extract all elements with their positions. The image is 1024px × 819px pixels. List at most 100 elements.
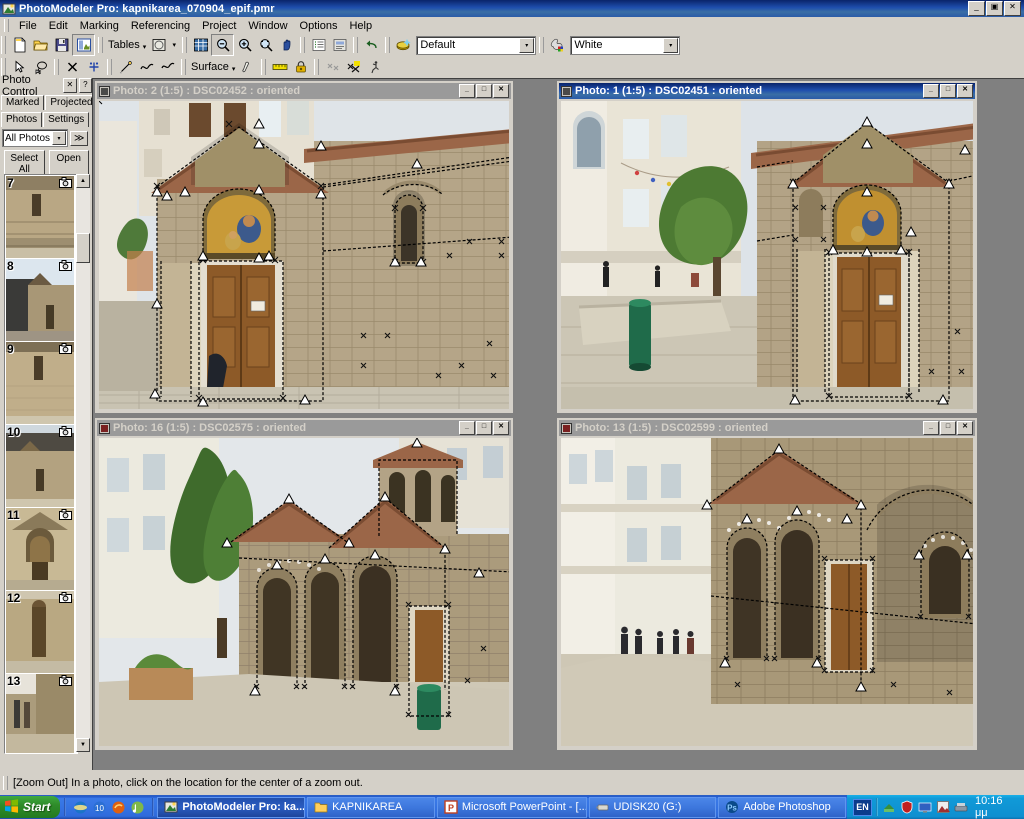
- maximize-icon[interactable]: □: [476, 421, 492, 435]
- measure-scale-icon[interactable]: [269, 57, 290, 77]
- quicklaunch-media-icon[interactable]: [130, 800, 145, 815]
- tray-app-icon[interactable]: [936, 800, 950, 814]
- thumbnail-10[interactable]: 10: [6, 425, 74, 507]
- tab-marked[interactable]: Marked: [1, 95, 45, 110]
- cylinder-icon[interactable]: [237, 57, 258, 77]
- material-select[interactable]: Default ▾: [416, 35, 537, 55]
- scrollbar-thumb[interactable]: [76, 233, 90, 263]
- chevron-down-icon[interactable]: ▾: [663, 37, 679, 53]
- scroll-down-button[interactable]: ▼: [76, 738, 90, 752]
- zoom-in-icon[interactable]: [234, 35, 255, 55]
- close-icon[interactable]: ✕: [493, 84, 509, 98]
- zoom-fit-icon[interactable]: [255, 35, 276, 55]
- language-indicator[interactable]: EN: [853, 798, 872, 816]
- tray-network-icon[interactable]: [882, 800, 896, 814]
- photo-window-titlebar[interactable]: Photo: 1 (1:5) : DSC02451 : oriented _ □…: [559, 83, 975, 99]
- new-project-icon[interactable]: [9, 35, 30, 55]
- thumbnail-12[interactable]: 12: [6, 591, 74, 673]
- chevron-down-icon[interactable]: ▾: [52, 131, 66, 145]
- taskbar-item-photomodeler[interactable]: PhotoModeler Pro: ka...: [157, 796, 306, 818]
- mark-edge-icon[interactable]: [157, 57, 178, 77]
- tab-settings[interactable]: Settings: [43, 112, 90, 127]
- menu-referencing[interactable]: Referencing: [125, 19, 196, 33]
- properties-list-icon[interactable]: [308, 35, 329, 55]
- undo-icon[interactable]: [361, 35, 382, 55]
- menu-edit[interactable]: Edit: [43, 19, 74, 33]
- mark-curve-icon[interactable]: [136, 57, 157, 77]
- menu-marking[interactable]: Marking: [74, 19, 125, 33]
- taskbar-item-udisk[interactable]: UDISK20 (G:): [588, 796, 717, 818]
- minimize-icon[interactable]: _: [923, 84, 939, 98]
- maximize-icon[interactable]: □: [476, 84, 492, 98]
- quicklaunch-msn-icon[interactable]: 10: [92, 800, 107, 815]
- surface-menu-button[interactable]: Surface ▾: [189, 61, 237, 73]
- window-restore-button[interactable]: ▣: [986, 1, 1003, 16]
- taskbar-item-kapnikarea[interactable]: KAPNIKAREA: [307, 796, 435, 818]
- reference-points-icon[interactable]: [322, 57, 343, 77]
- start-button[interactable]: Start: [0, 796, 61, 818]
- taskbar-clock[interactable]: 10:16 μμ: [972, 795, 1020, 819]
- mark-point-icon[interactable]: [62, 57, 83, 77]
- photo-window-titlebar[interactable]: Photo: 2 (1:5) : DSC02452 : oriented _ □…: [97, 83, 511, 99]
- scroll-up-button[interactable]: ▲: [76, 174, 90, 188]
- menubar-grip[interactable]: [4, 19, 9, 32]
- layer-color-icon[interactable]: [547, 35, 568, 55]
- toolbar-grip[interactable]: [1, 36, 6, 54]
- viewport-dropdown-icon[interactable]: ▾: [169, 35, 179, 55]
- photo-window-16[interactable]: Photo: 16 (1:5) : DSC02575 : oriented _ …: [95, 418, 513, 750]
- photo-window-2[interactable]: Photo: 2 (1:5) : DSC02452 : oriented _ □…: [95, 81, 513, 413]
- thumbnail-13[interactable]: 13: [6, 674, 74, 753]
- layer-select[interactable]: White ▾: [570, 35, 681, 55]
- material-palette-icon[interactable]: [393, 35, 414, 55]
- close-icon[interactable]: ✕: [493, 421, 509, 435]
- menu-help[interactable]: Help: [343, 19, 378, 33]
- photo-control-icon[interactable]: [72, 34, 95, 56]
- quicklaunch-firefox-icon[interactable]: [111, 800, 126, 815]
- thumbnail-11[interactable]: 11: [6, 508, 74, 590]
- lock-icon[interactable]: [290, 57, 311, 77]
- thumbnail-list[interactable]: 7 8 9 10 11 12 13: [4, 174, 78, 754]
- thumbnail-7[interactable]: 7: [6, 176, 74, 258]
- photo-canvas-2[interactable]: [99, 101, 509, 409]
- close-icon[interactable]: ✕: [957, 84, 973, 98]
- photo-canvas-1[interactable]: [561, 101, 973, 409]
- window-minimize-button[interactable]: _: [968, 1, 985, 16]
- photo-window-titlebar[interactable]: Photo: 16 (1:5) : DSC02575 : oriented _ …: [97, 420, 511, 436]
- open-project-icon[interactable]: [30, 35, 51, 55]
- chevron-down-icon[interactable]: ▾: [519, 37, 535, 53]
- tab-projected[interactable]: Projected: [45, 95, 98, 110]
- menu-file[interactable]: File: [13, 19, 43, 33]
- quicklaunch-ie-icon[interactable]: [73, 800, 88, 815]
- mark-line-icon[interactable]: [115, 57, 136, 77]
- zoom-window-icon[interactable]: [190, 35, 211, 55]
- taskbar-item-photoshop[interactable]: Ps Adobe Photoshop: [718, 796, 847, 818]
- scrollbar-track[interactable]: [76, 188, 90, 738]
- unreference-points-icon[interactable]: [343, 57, 364, 77]
- minimize-icon[interactable]: _: [459, 84, 475, 98]
- maximize-icon[interactable]: □: [940, 84, 956, 98]
- photo-filter-select[interactable]: All Photos ▾: [2, 129, 68, 147]
- viewport-icon[interactable]: [148, 35, 169, 55]
- thumbnail-scrollbar[interactable]: ▲ ▼: [76, 174, 90, 752]
- photo-window-13[interactable]: Photo: 13 (1:5) : DSC02599 : oriented _ …: [557, 418, 977, 750]
- save-project-icon[interactable]: [51, 35, 72, 55]
- close-icon[interactable]: ✕: [957, 421, 973, 435]
- expand-panel-button[interactable]: ≫: [70, 130, 89, 146]
- close-icon[interactable]: ✕: [63, 78, 77, 93]
- photo-canvas-16[interactable]: [99, 438, 509, 746]
- pan-hand-icon[interactable]: [276, 35, 297, 55]
- photo-canvas-13[interactable]: [561, 438, 973, 746]
- photo-properties-icon[interactable]: [329, 35, 350, 55]
- sub-pixel-target-icon[interactable]: [83, 57, 104, 77]
- minimize-icon[interactable]: _: [459, 421, 475, 435]
- menu-options[interactable]: Options: [294, 19, 344, 33]
- taskbar-item-powerpoint[interactable]: P Microsoft PowerPoint - [...: [436, 796, 587, 818]
- tables-menu-button[interactable]: Tables ▾: [106, 39, 148, 51]
- tray-display-icon[interactable]: [918, 800, 932, 814]
- photo-window-1[interactable]: Photo: 1 (1:5) : DSC02451 : oriented _ □…: [557, 81, 977, 413]
- thumbnail-9[interactable]: 9: [6, 342, 74, 424]
- help-icon[interactable]: ?: [78, 78, 93, 93]
- tray-antivirus-icon[interactable]: [900, 800, 914, 814]
- menu-project[interactable]: Project: [196, 19, 242, 33]
- photo-window-titlebar[interactable]: Photo: 13 (1:5) : DSC02599 : oriented _ …: [559, 420, 975, 436]
